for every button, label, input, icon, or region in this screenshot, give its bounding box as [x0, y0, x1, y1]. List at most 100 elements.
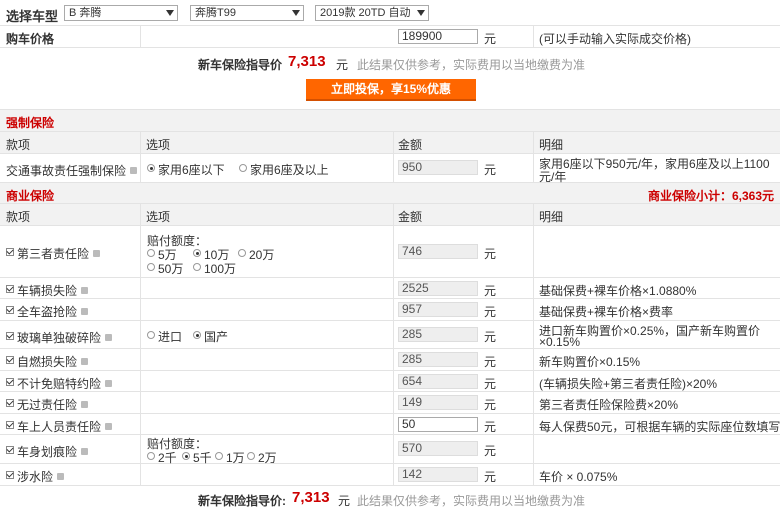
compulsory-column-header: 款项 选项 金额 明细: [0, 132, 780, 154]
guide-price-unit: 元: [336, 58, 349, 72]
model-select[interactable]: 2019款 20TD 自动: [315, 5, 429, 21]
third-party-100w-label: 100万: [204, 262, 237, 276]
deductible-name: 不计免赔特约险: [17, 377, 102, 391]
unit-label: 元: [484, 377, 497, 391]
theft-detail: 基础保费+裸车价格×费率: [539, 305, 674, 319]
bottom-guide-price: 新车保险指导价: 7,313 元 此结果仅供参考，实际费用以当地缴费为准: [0, 486, 780, 512]
vehicle-loss-amount: 2525: [398, 281, 478, 296]
commercial-subtotal: 商业保险小计：6,363元: [647, 189, 774, 203]
help-icon[interactable]: [81, 358, 88, 365]
glass-row: 玻璃单独破碎险 进口 国产 285 元 进口新车购置价×0.25%，国产新车购置…: [0, 321, 780, 349]
compulsory-detail-1: 家用6座以下950元/年，家用6座及以上1100: [539, 157, 770, 171]
vehicle-loss-detail: 基础保费+裸车价格×1.0880%: [539, 284, 697, 298]
fire-row: 自燃损失险 285 元 新车购置价×0.15%: [0, 349, 780, 371]
unit-label: 元: [484, 305, 497, 319]
deductible-row: 不计免赔特约险 654 元 (车辆损失险+第三者责任险)×20%: [0, 371, 780, 392]
theft-name: 全车盗抢险: [17, 305, 78, 319]
glass-checkbox[interactable]: [6, 332, 14, 340]
brand-select[interactable]: B 奔腾: [64, 5, 178, 21]
fire-amount: 285: [398, 352, 478, 367]
third-party-name: 第三者责任险: [17, 247, 90, 261]
no-fault-detail: 第三者责任险保险费×20%: [539, 398, 679, 412]
third-party-50w-radio[interactable]: [147, 263, 155, 271]
no-fault-name: 无过责任险: [17, 398, 78, 412]
scratch-5k-radio[interactable]: [182, 452, 190, 460]
deductible-detail: (车辆损失险+第三者责任险)×20%: [539, 377, 718, 391]
scratch-2k-radio[interactable]: [147, 452, 155, 460]
unit-label: 元: [484, 355, 497, 369]
help-icon[interactable]: [105, 423, 112, 430]
glass-domestic-label: 国产: [204, 330, 229, 344]
bottom-guide-note: 此结果仅供参考，实际费用以当地缴费为准: [357, 494, 586, 508]
third-party-amount: 746: [398, 244, 478, 259]
deductible-checkbox[interactable]: [6, 378, 14, 386]
scratch-name: 车身划痕险: [17, 445, 78, 459]
bottom-guide-amount: 7,313: [292, 489, 330, 506]
scratch-10k-radio[interactable]: [215, 452, 223, 460]
guide-price-label: 新车保险指导价: [198, 58, 283, 72]
insure-now-button[interactable]: 立即投保，享15%优惠: [306, 79, 476, 101]
unit-label: 元: [484, 470, 497, 484]
glass-import-label: 进口: [158, 330, 183, 344]
water-checkbox[interactable]: [6, 471, 14, 479]
guide-price-note: 此结果仅供参考，实际费用以当地缴费为准: [357, 58, 586, 72]
series-select[interactable]: 奔腾T99: [190, 5, 304, 21]
passenger-amount-input[interactable]: 50: [398, 417, 478, 432]
guide-price-amount: 7,313: [288, 53, 326, 70]
commercial-title: 商业保险: [6, 189, 55, 203]
water-row: 涉水险 142 元 车价 × 0.075%: [0, 464, 780, 486]
no-fault-checkbox[interactable]: [6, 399, 14, 407]
glass-import-radio[interactable]: [147, 331, 155, 339]
third-party-100w-radio[interactable]: [193, 263, 201, 271]
fire-checkbox[interactable]: [6, 356, 14, 364]
bottom-guide-unit: 元: [338, 494, 351, 508]
help-icon[interactable]: [105, 380, 112, 387]
purchase-price-label: 购车价格: [6, 32, 55, 46]
unit-label: 元: [484, 398, 497, 412]
help-icon[interactable]: [93, 250, 100, 257]
col-item: 款项: [6, 210, 31, 224]
seat-6-plus-radio[interactable]: [239, 164, 247, 172]
theft-row: 全车盗抢险 957 元 基础保费+裸车价格×费率: [0, 299, 780, 321]
help-icon[interactable]: [130, 167, 137, 174]
third-party-checkbox[interactable]: [6, 248, 14, 256]
glass-domestic-radio[interactable]: [193, 331, 201, 339]
purchase-price-input[interactable]: 189900: [398, 29, 478, 44]
help-icon[interactable]: [81, 287, 88, 294]
chevron-down-icon: [417, 10, 425, 16]
scratch-row: 车身划痕险 赔付额度： 2千 5千 1万 2万 570 元: [0, 435, 780, 465]
scratch-20k-radio[interactable]: [247, 452, 255, 460]
help-icon[interactable]: [81, 448, 88, 455]
scratch-checkbox[interactable]: [6, 446, 14, 454]
passenger-checkbox[interactable]: [6, 421, 14, 429]
help-icon[interactable]: [81, 401, 88, 408]
help-icon[interactable]: [105, 334, 112, 341]
col-detail: 明细: [539, 138, 564, 152]
seat-below-6-radio[interactable]: [147, 164, 155, 172]
glass-detail-2: ×0.15%: [539, 335, 581, 349]
theft-checkbox[interactable]: [6, 306, 14, 314]
compulsory-amount: 950: [398, 160, 478, 175]
col-amount: 金额: [398, 210, 423, 224]
unit-label: 元: [484, 163, 497, 177]
unit-label: 元: [484, 284, 497, 298]
vehicle-loss-row: 车辆损失险 2525 元 基础保费+裸车价格×1.0880%: [0, 278, 780, 299]
unit-label: 元: [484, 444, 497, 458]
price-hint: (可以手动输入实际成交价格): [539, 32, 691, 46]
water-detail: 车价 × 0.075%: [539, 470, 618, 484]
fire-detail: 新车购置价×0.15%: [539, 355, 641, 369]
third-party-20w-radio[interactable]: [238, 249, 246, 257]
deductible-amount: 654: [398, 374, 478, 389]
third-party-5w-radio[interactable]: [147, 249, 155, 257]
vehicle-loss-checkbox[interactable]: [6, 285, 14, 293]
third-party-row: 第三者责任险 赔付额度： 5万 10万 20万 50万 100万 746 元: [0, 226, 780, 278]
compulsory-section-header: 强制保险: [0, 110, 780, 132]
third-party-10w-radio[interactable]: [193, 249, 201, 257]
unit-label: 元: [484, 330, 497, 344]
price-unit: 元: [484, 32, 497, 46]
help-icon[interactable]: [57, 473, 64, 480]
no-fault-row: 无过责任险 149 元 第三者责任险保险费×20%: [0, 392, 780, 414]
help-icon[interactable]: [81, 308, 88, 315]
third-party-20w-label: 20万: [249, 248, 275, 262]
compulsory-title: 强制保险: [6, 116, 55, 130]
